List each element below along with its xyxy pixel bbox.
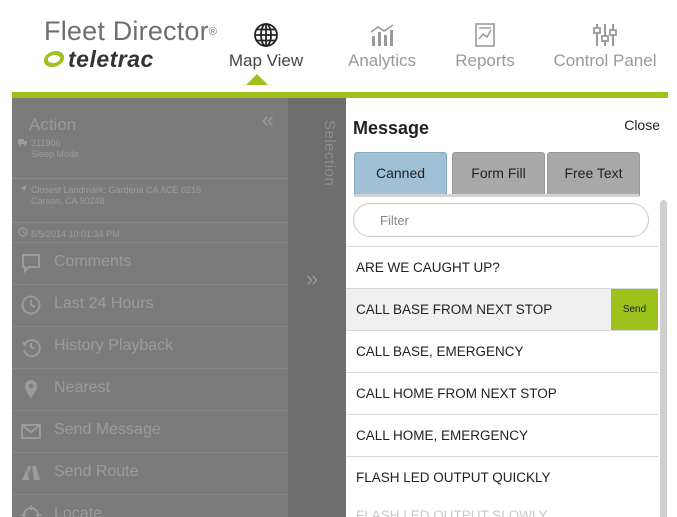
message-panel: Message Close Canned Form Fill Free Text… — [346, 98, 668, 517]
brand-logo[interactable]: Fleet Director® teletrac — [42, 16, 218, 72]
nav-control-panel[interactable]: Control Panel — [544, 8, 666, 92]
menu-label: History Playback — [54, 337, 174, 354]
clock-icon — [20, 294, 42, 316]
reports-icon — [473, 22, 497, 53]
globe-icon — [253, 22, 279, 53]
list-item[interactable]: CALL HOME, EMERGENCY — [346, 414, 658, 456]
action-comments[interactable]: Comments — [12, 242, 288, 283]
timestamp-text: 8/5/2014 10:01:34 PM — [31, 229, 120, 239]
nav-label: Control Panel — [553, 51, 657, 70]
tab-canned[interactable]: Canned — [354, 152, 447, 196]
action-header: Action « — [12, 98, 288, 142]
message-text: CALL HOME FROM NEXT STOP — [356, 386, 557, 401]
menu-label: Comments — [54, 253, 132, 270]
menu-label: Last 24 Hours — [54, 295, 154, 312]
action-send-route[interactable]: Send Route — [12, 452, 288, 493]
message-text: ARE WE CAUGHT UP? — [356, 260, 500, 275]
map-pin-icon — [20, 378, 42, 400]
list-item[interactable]: FLASH LED OUTPUT QUICKLY — [346, 456, 658, 498]
nav-analytics[interactable]: Analytics — [334, 8, 430, 92]
selection-label: Selection — [321, 120, 338, 187]
list-item[interactable]: CALL HOME FROM NEXT STOP — [346, 372, 658, 414]
active-nav-indicator — [246, 74, 268, 85]
message-text: CALL BASE, EMERGENCY — [356, 344, 524, 359]
menu-label: Nearest — [54, 379, 111, 396]
canned-message-list: ARE WE CAUGHT UP? CALL BASE FROM NEXT ST… — [346, 246, 658, 498]
list-item[interactable]: CALL BASE, EMERGENCY — [346, 330, 658, 372]
menu-label: Locate — [54, 505, 103, 517]
teletrac-ring-icon — [42, 51, 66, 67]
list-scrollbar[interactable] — [660, 200, 667, 517]
action-history-playback[interactable]: History Playback — [12, 326, 288, 367]
selection-panel[interactable]: Selection » — [288, 98, 346, 517]
menu-label: Send Route — [54, 463, 139, 480]
filter-input[interactable] — [353, 203, 649, 237]
brand-name: Fleet Director® — [44, 16, 218, 46]
route-icon — [20, 462, 42, 484]
message-title: Message — [353, 118, 430, 138]
clock-small-icon — [18, 227, 28, 240]
nav-label: Analytics — [347, 51, 417, 70]
envelope-icon — [20, 420, 42, 442]
tab-underline — [354, 194, 639, 197]
expand-chevron-icon[interactable]: » — [306, 266, 318, 292]
app-header: Fleet Director® teletrac Map View Analyt… — [12, 8, 668, 92]
tab-free-text[interactable]: Free Text — [547, 152, 640, 196]
history-icon — [20, 336, 42, 358]
message-text: FLASH LED OUTPUT QUICKLY — [356, 470, 551, 485]
nav-reports[interactable]: Reports — [442, 8, 528, 92]
sliders-icon — [592, 22, 618, 53]
landmark-text: Closest Landmark: Gardena CA ACE 0215 — [31, 185, 202, 195]
vehicle-id: 311906 — [31, 138, 61, 148]
menu-label: Send Message — [54, 421, 161, 438]
action-title: Action — [29, 115, 77, 134]
partial-list-item[interactable]: FLASH LED OUTPUT SLOWLY — [356, 508, 548, 517]
analytics-icon — [369, 22, 395, 53]
list-item[interactable]: ARE WE CAUGHT UP? — [346, 246, 658, 288]
message-text: CALL HOME, EMERGENCY — [356, 428, 529, 443]
comment-icon — [20, 252, 42, 274]
vehicle-status: Sleep Mode — [31, 149, 80, 159]
list-item[interactable]: CALL BASE FROM NEXT STOP Send — [346, 288, 658, 330]
truck-icon — [18, 138, 28, 149]
action-nearest[interactable]: Nearest — [12, 368, 288, 409]
action-locate[interactable]: Locate — [12, 494, 288, 517]
nav-label: Map View — [228, 51, 304, 70]
direction-arrow-icon — [18, 184, 28, 196]
action-panel: Action « 311906 Sleep Mode Closest Landm… — [12, 98, 288, 517]
teletrac-logo: teletrac — [42, 46, 244, 72]
action-last-24-hours[interactable]: Last 24 Hours — [12, 284, 288, 325]
landmark-info: Closest Landmark: Gardena CA ACE 0215 Ca… — [18, 184, 201, 207]
message-text: CALL BASE FROM NEXT STOP — [356, 302, 553, 317]
collapse-chevron-icon[interactable]: « — [262, 109, 274, 131]
tab-form-fill[interactable]: Form Fill — [452, 152, 545, 196]
address-text: Carson, CA 90248 — [31, 196, 105, 206]
nav-label: Reports — [455, 51, 515, 70]
locate-icon — [20, 504, 42, 517]
timestamp-info: 8/5/2014 10:01:34 PM — [18, 227, 120, 240]
action-send-message[interactable]: Send Message — [12, 410, 288, 451]
vehicle-info: 311906 Sleep Mode — [18, 138, 79, 160]
teletrac-wordmark: teletrac — [68, 46, 154, 72]
close-button[interactable]: Close — [624, 117, 660, 133]
send-button[interactable]: Send — [611, 289, 658, 330]
